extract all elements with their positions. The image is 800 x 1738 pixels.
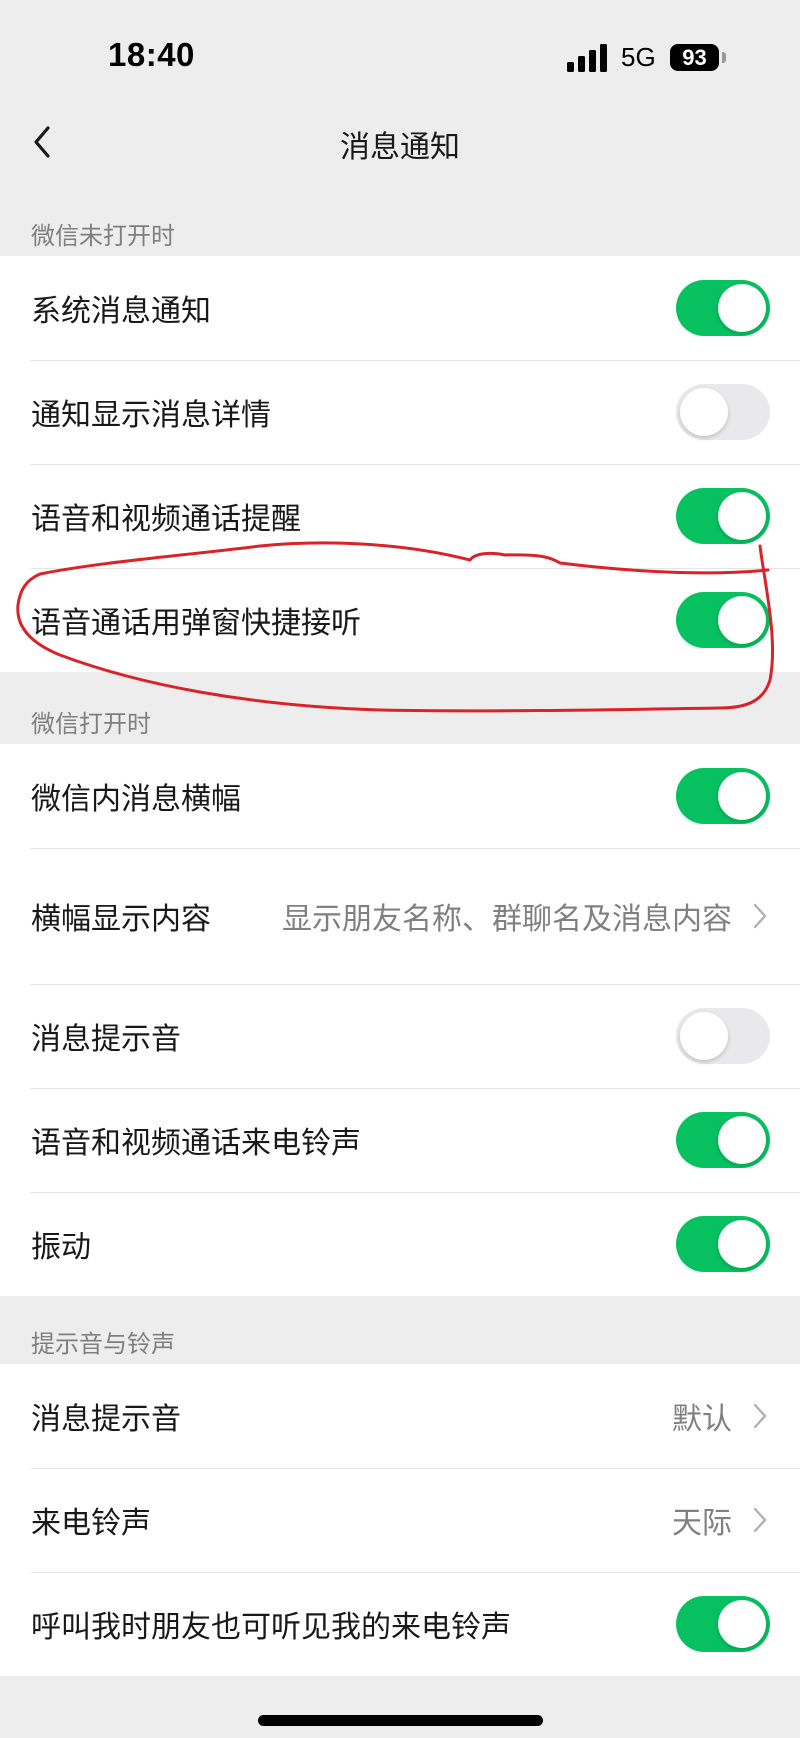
row-label: 消息提示音 (31, 1022, 181, 1057)
row-in-app-banner: 微信内消息横幅 (0, 744, 800, 848)
row-value: 默认 (672, 1402, 732, 1437)
home-indicator[interactable] (258, 1715, 543, 1726)
row-label: 通知显示消息详情 (31, 398, 271, 433)
row-label: 来电铃声 (31, 1506, 151, 1541)
section-header-closed: 微信未打开时 (31, 222, 175, 250)
in-app-banner-toggle[interactable] (676, 768, 770, 824)
row-label: 振动 (31, 1230, 91, 1265)
row-label: 语音通话用弹窗快捷接听 (31, 606, 361, 641)
row-message-tone[interactable]: 消息提示音 默认 (0, 1364, 800, 1468)
popup-answer-toggle[interactable] (676, 592, 770, 648)
row-label: 消息提示音 (31, 1402, 181, 1437)
status-bar: 18:40 5G 93 (0, 0, 800, 100)
row-friends-hear-ringtone: 呼叫我时朋友也可听见我的来电铃声 (0, 1572, 800, 1676)
call-ringtone-toggle[interactable] (676, 1112, 770, 1168)
row-value: 天际 (672, 1506, 732, 1541)
toggle-knob (680, 1012, 728, 1060)
chevron-right-icon (753, 903, 767, 929)
row-label: 呼叫我时朋友也可听见我的来电铃声 (31, 1610, 511, 1645)
show-details-toggle[interactable] (676, 384, 770, 440)
row-popup-answer: 语音通话用弹窗快捷接听 (0, 568, 800, 672)
cellular-signal-icon (567, 44, 609, 72)
row-call-reminder: 语音和视频通话提醒 (0, 464, 800, 568)
row-system-notification: 系统消息通知 (0, 256, 800, 360)
row-message-sound: 消息提示音 (0, 984, 800, 1088)
toggle-knob (718, 1600, 766, 1648)
group-sounds: 消息提示音 默认 来电铃声 天际 呼叫我时朋友也可听见我的来电铃声 (0, 1364, 800, 1676)
group-open: 微信内消息横幅 横幅显示内容 显示朋友名称、群聊名及消息内容 消息提示音 语音和… (0, 744, 800, 1296)
row-show-details: 通知显示消息详情 (0, 360, 800, 464)
toggle-knob (718, 772, 766, 820)
page-title: 消息通知 (340, 130, 460, 165)
row-ringtone[interactable]: 来电铃声 天际 (0, 1468, 800, 1572)
group-closed: 系统消息通知 通知显示消息详情 语音和视频通话提醒 语音通话用弹窗快捷接听 (0, 256, 800, 672)
section-header-sounds: 提示音与铃声 (31, 1330, 175, 1358)
toggle-knob (718, 1116, 766, 1164)
network-type: 5G (621, 42, 656, 72)
toggle-knob (718, 492, 766, 540)
row-vibration: 振动 (0, 1192, 800, 1296)
chevron-right-icon (753, 1507, 767, 1533)
battery-icon: 93 (670, 44, 719, 71)
battery-cap (722, 52, 726, 63)
row-label: 微信内消息横幅 (31, 782, 241, 817)
row-call-ringtone: 语音和视频通话来电铃声 (0, 1088, 800, 1192)
call-reminder-toggle[interactable] (676, 488, 770, 544)
row-value: 显示朋友名称、群聊名及消息内容 (282, 902, 732, 937)
toggle-knob (718, 596, 766, 644)
row-banner-content[interactable]: 横幅显示内容 显示朋友名称、群聊名及消息内容 (0, 848, 800, 984)
friends-hear-ringtone-toggle[interactable] (676, 1596, 770, 1652)
row-label: 横幅显示内容 (31, 902, 211, 937)
toggle-knob (680, 388, 728, 436)
chevron-right-icon (753, 1403, 767, 1429)
row-label: 语音和视频通话来电铃声 (31, 1126, 361, 1161)
row-label: 系统消息通知 (31, 294, 211, 329)
system-notification-toggle[interactable] (676, 280, 770, 336)
vibration-toggle[interactable] (676, 1216, 770, 1272)
message-sound-toggle[interactable] (676, 1008, 770, 1064)
row-label: 语音和视频通话提醒 (31, 502, 301, 537)
section-header-open: 微信打开时 (31, 710, 151, 738)
toggle-knob (718, 284, 766, 332)
nav-bar: 消息通知 (0, 100, 800, 188)
status-time: 18:40 (108, 36, 195, 73)
toggle-knob (718, 1220, 766, 1268)
